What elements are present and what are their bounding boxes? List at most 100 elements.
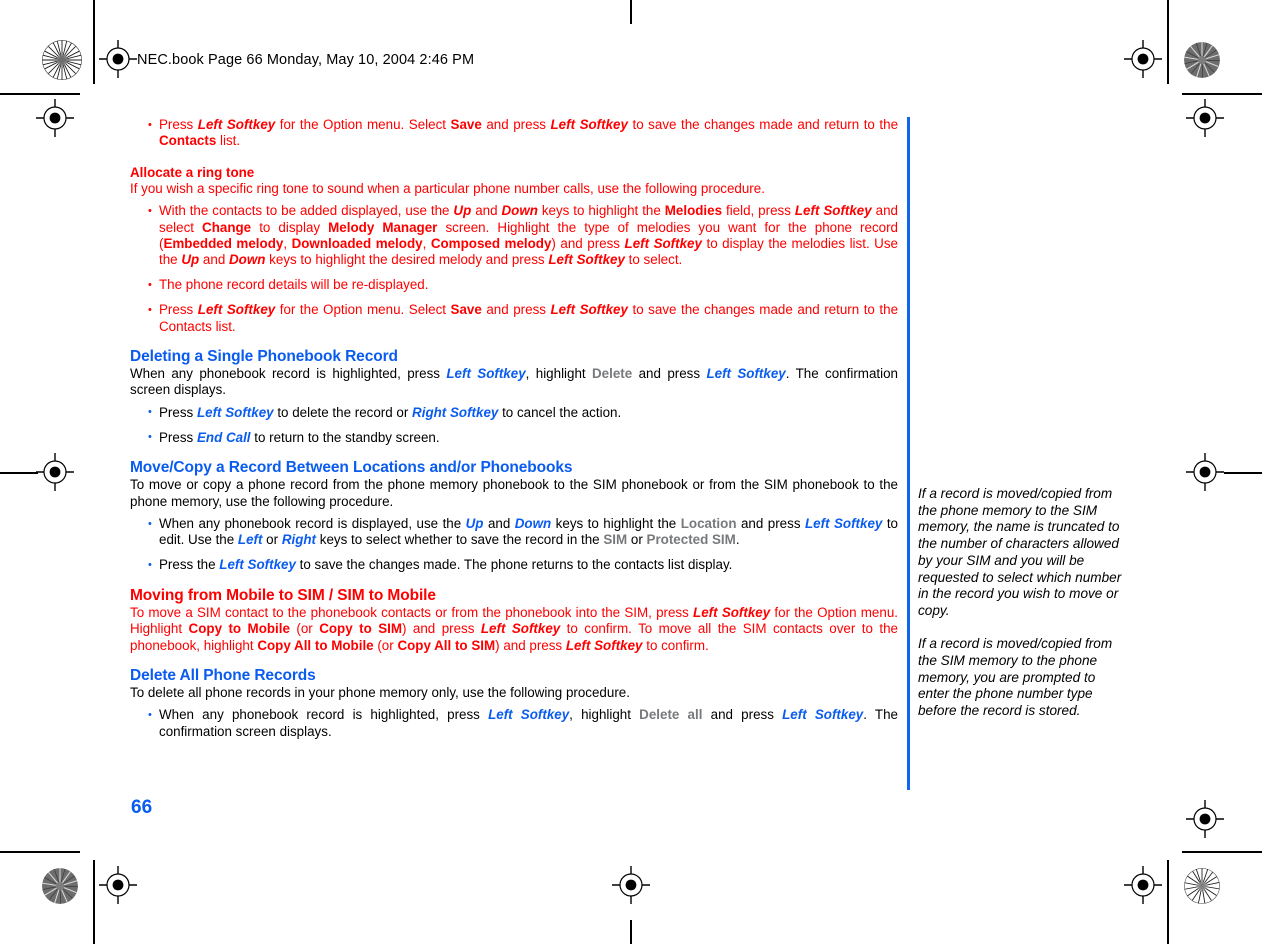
crop-mark-top-right-horizontal [1182,93,1262,95]
key-save: Save [450,302,482,318]
key-left-softkey: Left Softkey [782,707,864,723]
key-left-softkey: Left Softkey [219,557,296,573]
list-item: Press Left Softkey to delete the record … [130,404,898,421]
page-header-slug: NEC.book Page 66 Monday, May 10, 2004 2:… [137,52,475,68]
margin-note: If a record is moved/copied from the pho… [918,486,1124,720]
bullet-list-delete-single-steps: Press Left Softkey to delete the record … [130,404,898,446]
key-up: Up [465,516,484,531]
registration-target-icon [36,453,74,491]
key-left-softkey: Left Softkey [550,117,628,132]
bullet-list-delete-all-steps: When any phonebook record is highlighted… [130,707,898,740]
registration-target-icon [612,866,650,904]
crop-mark-bottom-right-vertical [1167,860,1169,944]
starburst-calibration-icon [42,40,82,80]
key-downloaded-melody: Downloaded melody [291,236,423,252]
key-melodies: Melodies [664,203,723,219]
key-left-softkey: Left Softkey [693,604,771,620]
list-item: Press the Left Softkey to save the chang… [130,557,898,574]
key-up: Up [453,203,472,219]
crop-mark-bottom-left-horizontal [0,851,80,853]
bullet-list-save-contacts: Press Left Softkey for the Option menu. … [130,117,898,150]
crop-mark-bottom-left-vertical [93,860,95,944]
key-left-softkey: Left Softkey [197,117,276,132]
margin-note-paragraph: If a record is moved/copied from the SIM… [918,636,1113,718]
starburst-calibration-icon [1184,868,1220,904]
document-page: NEC.book Page 66 Monday, May 10, 2004 2:… [0,0,1262,944]
starburst-calibration-icon [42,868,78,904]
key-end-call: End Call [196,429,251,445]
registration-target-icon [1186,99,1224,137]
key-composed-melody: Composed melody [430,236,552,252]
starburst-calibration-icon [1184,42,1220,78]
paragraph-move-copy-intro: To move or copy a phone record from the … [130,477,898,509]
key-sim: SIM [603,532,628,548]
list-item: When any phonebook record is displayed, … [130,516,898,549]
main-text-column: Press Left Softkey for the Option menu. … [130,117,898,740]
key-left-softkey: Left Softkey [706,366,786,382]
list-item: Press Left Softkey for the Option menu. … [130,117,898,150]
crop-mark-mid-right [1224,472,1262,474]
key-delete-all: Delete all [639,707,703,723]
key-left-softkey: Left Softkey [565,637,643,653]
list-item: Press Left Softkey for the Option menu. … [130,302,898,335]
key-embedded-melody: Embedded melody [163,236,284,252]
key-change: Change [202,219,252,235]
key-left-softkey: Left Softkey [197,302,276,318]
key-down: Down [229,252,266,268]
crop-mark-mid-bottom [630,920,632,944]
paragraph-delete-all-intro: To delete all phone records in your phon… [130,684,630,700]
page-number: 66 [131,797,153,818]
bullet-list-ringtone-steps: With the contacts to be added displayed,… [130,203,898,335]
registration-target-icon [1124,40,1162,78]
key-copy-to-mobile: Copy to Mobile [188,621,290,637]
key-right: Right [281,532,317,548]
heading-delete-all-phone-records: Delete All Phone Records [130,666,316,684]
paragraph-moving-mobile-to-sim: To move a SIM contact to the phonebook c… [130,604,898,653]
key-left-softkey: Left Softkey [480,621,561,637]
column-divider-rule [907,117,910,790]
key-copy-to-sim: Copy to SIM [319,621,403,637]
registration-target-icon [99,866,137,904]
bullet-list-move-copy-steps: When any phonebook record is displayed, … [130,516,898,574]
subheading-allocate-ring-tone: Allocate a ring tone [130,164,255,180]
crop-mark-top-right-vertical [1167,0,1169,84]
list-item: Press End Call to return to the standby … [130,429,898,446]
key-copy-all-to-sim: Copy All to SIM [397,637,496,653]
key-left-softkey: Left Softkey [446,366,526,382]
key-save: Save [450,117,482,132]
crop-mark-top-left-vertical [93,0,95,84]
key-copy-all-to-mobile: Copy All to Mobile [257,637,374,653]
crop-mark-mid-top [630,0,632,24]
registration-target-icon [36,99,74,137]
registration-target-icon [1186,453,1224,491]
registration-target-icon [1124,866,1162,904]
key-left-softkey: Left Softkey [804,516,883,531]
registration-target-icon [99,40,137,78]
key-left-softkey: Left Softkey [488,707,570,723]
list-item: The phone record details will be re-disp… [130,277,898,294]
key-left-softkey: Left Softkey [550,302,628,318]
key-melody-manager: Melody Manager [328,219,438,235]
key-up: Up [181,252,200,268]
key-location: Location [680,516,737,531]
heading-move-copy-record: Move/Copy a Record Between Locations and… [130,459,573,477]
key-right-softkey: Right Softkey [412,404,499,420]
margin-note-paragraph: If a record is moved/copied from the pho… [918,486,1122,618]
key-left-softkey: Left Softkey [624,236,702,252]
heading-deleting-single-phonebook-record: Deleting a Single Phonebook Record [130,348,398,366]
key-contacts: Contacts [159,133,217,149]
key-delete: Delete [592,366,633,382]
key-down: Down [501,203,538,219]
paragraph-delete-single-intro: When any phonebook record is highlighted… [130,366,898,398]
heading-moving-mobile-to-sim: Moving from Mobile to SIM / SIM to Mobil… [130,586,436,604]
crop-mark-bottom-right-horizontal [1182,851,1262,853]
key-left-softkey: Left Softkey [548,252,625,268]
key-protected-sim: Protected SIM [646,532,736,548]
key-left-softkey: Left Softkey [794,203,872,219]
key-down: Down [514,516,552,531]
